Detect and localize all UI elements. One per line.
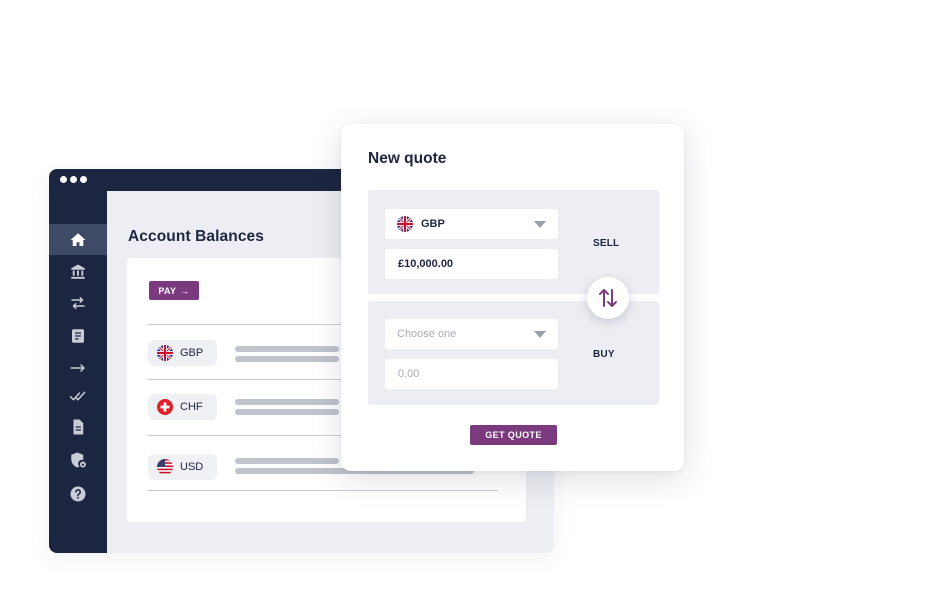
- buy-amount-placeholder: 0.00: [398, 368, 420, 380]
- transfer-arrows-icon: [71, 296, 85, 309]
- sidebar-item-security[interactable]: [49, 444, 107, 475]
- swap-arrows-icon: [599, 289, 617, 307]
- pay-button[interactable]: PAY →: [149, 281, 199, 300]
- currency-code: CHF: [180, 401, 203, 413]
- sidebar-item-files[interactable]: [49, 411, 107, 442]
- sidebar-item-payments[interactable]: [49, 352, 107, 383]
- chevron-down-icon: [534, 221, 546, 228]
- sidebar-item-statements[interactable]: [49, 320, 107, 351]
- page-title: Account Balances: [128, 228, 264, 245]
- bank-icon: [71, 264, 85, 279]
- buy-label: BUY: [593, 349, 615, 360]
- window-controls: [60, 176, 87, 183]
- sidebar-item-approvals[interactable]: [49, 380, 107, 411]
- window-dot[interactable]: [60, 176, 67, 183]
- balance-placeholder-line: [235, 356, 339, 362]
- sell-label: SELL: [593, 238, 620, 249]
- sell-currency-select[interactable]: GBP: [385, 209, 558, 239]
- sell-amount-field[interactable]: £10,000.00: [385, 249, 558, 279]
- currency-pill-gbp[interactable]: GBP: [148, 340, 217, 366]
- balance-placeholder-line: [235, 346, 339, 352]
- balance-placeholder-line: [235, 409, 339, 415]
- home-icon: [70, 232, 86, 246]
- sidebar-item-home[interactable]: [49, 224, 107, 255]
- double-check-icon: [69, 391, 86, 400]
- balance-placeholder-line: [235, 458, 339, 464]
- chevron-down-icon: [534, 331, 546, 338]
- pay-button-label: PAY: [158, 285, 177, 296]
- window-dot[interactable]: [80, 176, 87, 183]
- currency-code: GBP: [180, 347, 204, 359]
- get-quote-button[interactable]: GET QUOTE: [470, 425, 557, 445]
- sidebar-item-help[interactable]: [49, 478, 107, 509]
- document-list-icon: [72, 328, 84, 343]
- currency-code: USD: [180, 461, 204, 473]
- swiss-flag-icon: [157, 399, 173, 415]
- dialog-title: New quote: [368, 150, 447, 167]
- divider: [147, 490, 498, 491]
- buy-currency-select[interactable]: Choose one: [385, 319, 558, 349]
- shield-lock-icon: [71, 452, 86, 467]
- uk-flag-icon: [397, 216, 413, 232]
- sidebar-item-bank[interactable]: [49, 256, 107, 287]
- currency-pill-chf[interactable]: CHF: [148, 394, 217, 420]
- arrow-right-icon: [70, 363, 85, 372]
- sidebar: [49, 191, 107, 553]
- buy-amount-field[interactable]: 0.00: [385, 359, 558, 389]
- buy-currency-placeholder: Choose one: [397, 328, 457, 340]
- swap-currencies-button[interactable]: [587, 277, 629, 319]
- arrow-right-icon: →: [180, 285, 190, 296]
- sell-amount-value: £10,000.00: [398, 258, 454, 270]
- sell-currency-value: GBP: [421, 218, 445, 230]
- uk-flag-icon: [157, 345, 173, 361]
- new-quote-dialog: New quote GBP £10,000.00 SELL Choose one…: [341, 124, 684, 471]
- file-icon: [73, 419, 84, 434]
- help-icon: [70, 486, 86, 501]
- balance-placeholder-line: [235, 399, 339, 405]
- currency-pill-usd[interactable]: USD: [148, 454, 217, 480]
- window-dot[interactable]: [70, 176, 77, 183]
- sidebar-item-transfers[interactable]: [49, 287, 107, 318]
- us-flag-icon: [157, 459, 173, 475]
